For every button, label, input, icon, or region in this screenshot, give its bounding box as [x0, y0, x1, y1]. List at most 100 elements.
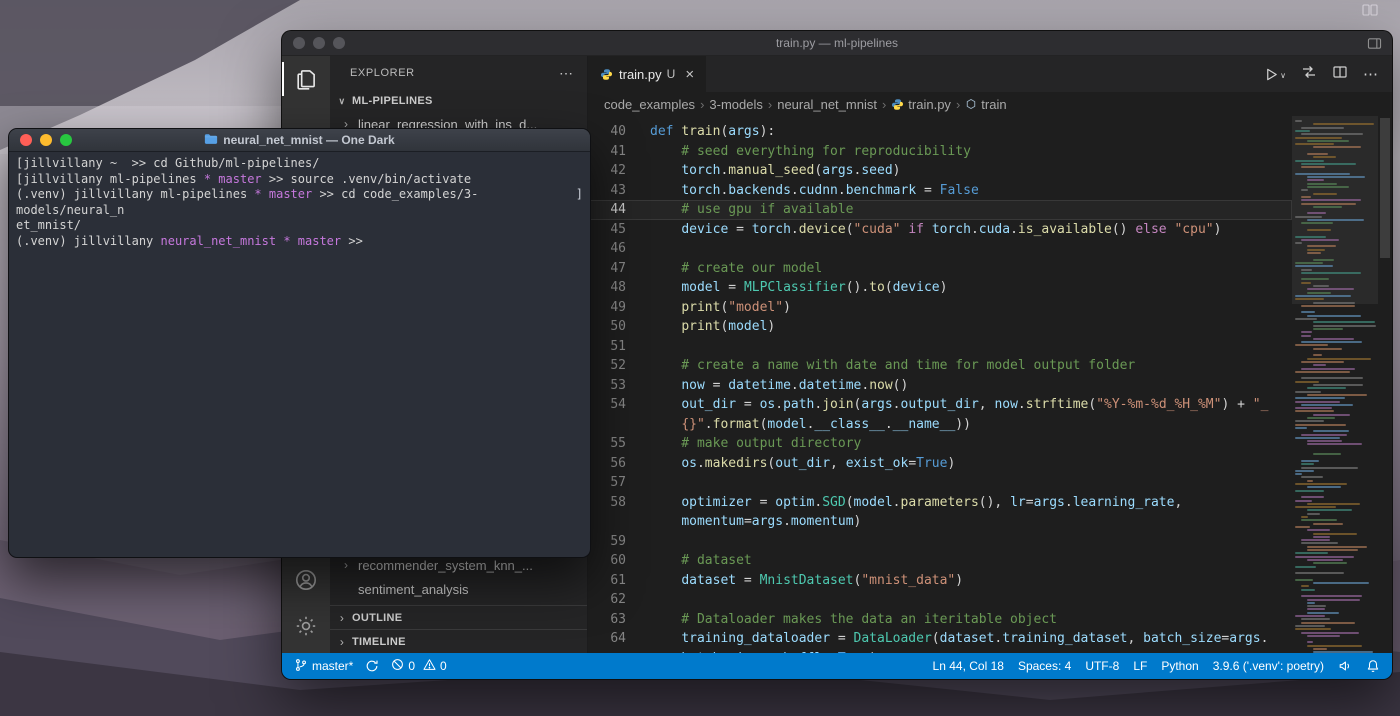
minimap-line: [1307, 641, 1313, 643]
branch-label: master*: [312, 659, 353, 673]
code-editor[interactable]: 40def train(args):41 # seed everything f…: [588, 116, 1392, 653]
code-line[interactable]: 42 torch.manual_seed(args.seed): [588, 161, 1292, 181]
code-line[interactable]: 54 out_dir = os.path.join(args.output_di…: [588, 395, 1292, 415]
code-line[interactable]: batch_size, shuffle=True): [588, 649, 1292, 654]
code-line[interactable]: 45 device = torch.device("cuda" if torch…: [588, 220, 1292, 240]
explorer-section-outline[interactable]: ›OUTLINE: [330, 605, 587, 629]
minimap-line: [1307, 183, 1337, 185]
menubar-extra-icon[interactable]: [1362, 3, 1378, 21]
code-line[interactable]: 58 optimizer = optim.SGD(model.parameter…: [588, 493, 1292, 513]
feedback-icon[interactable]: [1338, 659, 1352, 673]
code-line[interactable]: 60 # dataset: [588, 551, 1292, 571]
minimap-line: [1301, 632, 1359, 634]
minimap-line: [1295, 572, 1344, 574]
code-line[interactable]: 46: [588, 239, 1292, 259]
split-editor-icon[interactable]: [1332, 64, 1348, 85]
open-changes-icon[interactable]: [1301, 64, 1317, 85]
code-line[interactable]: 55 # make output directory: [588, 434, 1292, 454]
minimap-line: [1301, 199, 1361, 201]
terminal-content[interactable]: [jillvillany ~ >> cd Github/ml-pipelines…: [9, 152, 590, 557]
gear-icon[interactable]: [282, 603, 330, 649]
code-line[interactable]: 63 # Dataloader makes the data an iterit…: [588, 610, 1292, 630]
minimap-line: [1301, 272, 1361, 274]
breadcrumb-item[interactable]: train: [965, 97, 1006, 112]
tab-close-icon[interactable]: ×: [685, 66, 694, 83]
code-line[interactable]: 47 # create our model: [588, 259, 1292, 279]
explorer-section-timeline[interactable]: ›TIMELINE: [330, 629, 587, 653]
code-line[interactable]: 64 training_dataloader = DataLoader(data…: [588, 629, 1292, 649]
minimize-window-button[interactable]: [313, 37, 325, 49]
code-line[interactable]: 56 os.makedirs(out_dir, exist_ok=True): [588, 454, 1292, 474]
code-line[interactable]: 40def train(args):: [588, 122, 1292, 142]
python-interpreter[interactable]: 3.9.6 ('.venv': poetry): [1213, 659, 1324, 673]
minimap-line: [1307, 219, 1364, 221]
run-python-file-button[interactable]: ∨: [1264, 67, 1286, 82]
code-line[interactable]: 59: [588, 532, 1292, 552]
code-line[interactable]: 49 print("model"): [588, 298, 1292, 318]
minimap[interactable]: [1292, 116, 1378, 653]
code-line[interactable]: 51: [588, 337, 1292, 357]
code-line[interactable]: 44 # use gpu if available: [588, 200, 1292, 220]
sync-icon[interactable]: [365, 659, 379, 673]
editor-scrollbar[interactable]: [1378, 116, 1392, 653]
minimap-line: [1301, 311, 1315, 313]
code-line[interactable]: 57: [588, 473, 1292, 493]
minimap-line: [1313, 354, 1322, 356]
code-line[interactable]: 62: [588, 590, 1292, 610]
line-number: 48: [588, 278, 650, 298]
minimap-line: [1307, 635, 1340, 637]
minimap-line: [1295, 173, 1350, 175]
explorer-more-icon[interactable]: ⋯: [559, 65, 573, 82]
encoding-status[interactable]: UTF-8: [1085, 659, 1119, 673]
minimap-line: [1295, 265, 1333, 267]
minimap-line: [1307, 292, 1331, 294]
cursor-position[interactable]: Ln 44, Col 18: [933, 659, 1004, 673]
breadcrumb-item[interactable]: train.py: [891, 97, 951, 112]
eol-status[interactable]: LF: [1133, 659, 1147, 673]
code-line[interactable]: {}".format(model.__class__.__name__)): [588, 415, 1292, 435]
minimize-window-button[interactable]: [40, 134, 52, 146]
tab-train-py[interactable]: train.py U ×: [588, 56, 706, 92]
minimap-line: [1295, 120, 1302, 122]
breadcrumb-separator: ›: [766, 97, 774, 112]
close-window-button[interactable]: [20, 134, 32, 146]
language-mode[interactable]: Python: [1161, 659, 1198, 673]
line-number: 64: [588, 629, 650, 649]
explorer-activity-icon[interactable]: [282, 56, 330, 102]
chevron-right-icon: ›: [344, 558, 358, 572]
code-text: torch.manual_seed(args.seed): [650, 161, 900, 181]
zoom-window-button[interactable]: [60, 134, 72, 146]
python-icon: [891, 98, 904, 111]
code-line[interactable]: 50 print(model): [588, 317, 1292, 337]
explorer-root-folder[interactable]: ∨ ML-PIPELINES: [330, 90, 587, 112]
editor-more-actions-icon[interactable]: ⋯: [1363, 65, 1378, 83]
bell-icon[interactable]: [1366, 659, 1380, 673]
line-number: 62: [588, 590, 650, 610]
problems-status[interactable]: 0 0: [391, 658, 446, 674]
indentation-status[interactable]: Spaces: 4: [1018, 659, 1071, 673]
close-window-button[interactable]: [293, 37, 305, 49]
code-line[interactable]: 53 now = datetime.datetime.now(): [588, 376, 1292, 396]
breadcrumb-item[interactable]: 3-models: [709, 97, 762, 112]
window-tabs-icon[interactable]: [1367, 37, 1382, 50]
account-icon[interactable]: [282, 557, 330, 603]
line-number: 63: [588, 610, 650, 630]
zoom-window-button[interactable]: [333, 37, 345, 49]
minimap-line: [1307, 252, 1321, 254]
code-line[interactable]: 41 # seed everything for reproducibility: [588, 142, 1292, 162]
code-line[interactable]: momentum=args.momentum): [588, 512, 1292, 532]
line-number: 53: [588, 376, 650, 396]
code-line[interactable]: 48 model = MLPClassifier().to(device): [588, 278, 1292, 298]
code-line[interactable]: 43 torch.backends.cudnn.benchmark = Fals…: [588, 181, 1292, 201]
minimap-line: [1295, 552, 1328, 554]
breadcrumb-item[interactable]: code_examples: [604, 97, 695, 112]
git-branch-status[interactable]: master*: [294, 658, 353, 675]
breadcrumb-item[interactable]: neural_net_mnist: [777, 97, 877, 112]
explorer-item[interactable]: sentiment_analysis: [330, 577, 587, 601]
breadcrumb-label: train: [981, 97, 1006, 112]
scrollbar-thumb[interactable]: [1380, 118, 1390, 258]
folder-icon: [204, 133, 218, 148]
code-line[interactable]: 52 # create a name with date and time fo…: [588, 356, 1292, 376]
line-number: 60: [588, 551, 650, 571]
code-line[interactable]: 61 dataset = MnistDataset("mnist_data"): [588, 571, 1292, 591]
